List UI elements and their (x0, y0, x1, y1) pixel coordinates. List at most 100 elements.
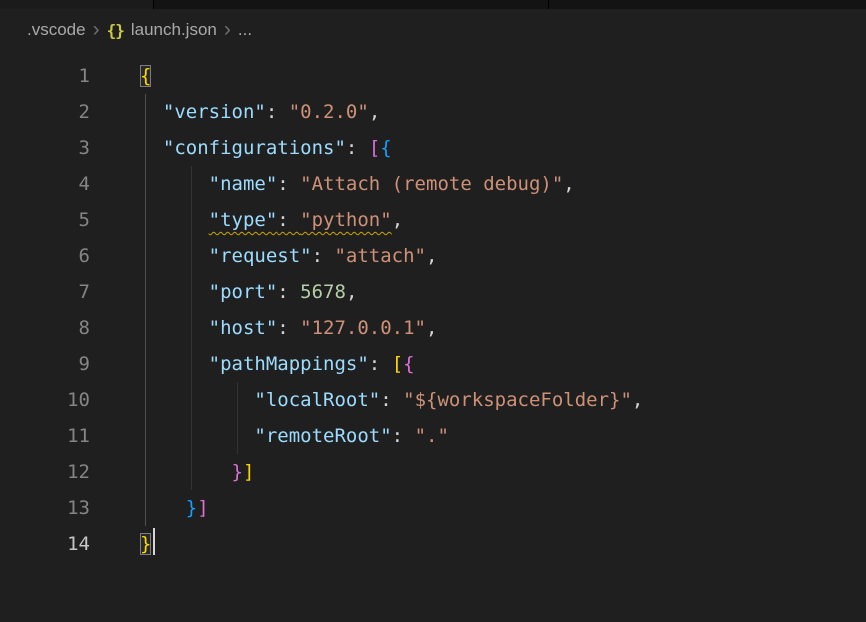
indent-guide (145, 94, 146, 130)
indent-guide (237, 418, 238, 454)
code-token: "version" (163, 101, 266, 123)
code-line[interactable]: 8 "host": "127.0.0.1", (0, 310, 866, 346)
code-token: "type" (209, 209, 278, 231)
code-token (140, 209, 209, 231)
code-token: : (346, 137, 369, 159)
code-token: "Attach (remote debug)" (300, 173, 563, 195)
line-number: 7 (0, 274, 90, 310)
indent-guide (145, 310, 146, 346)
indent-guide (145, 454, 146, 490)
indent-guide (191, 166, 192, 202)
code-token: , (346, 281, 357, 303)
code-token: , (369, 101, 380, 123)
matched-bracket: } (140, 533, 151, 555)
indent-guide (145, 346, 146, 382)
code-line[interactable]: 9 "pathMappings": [{ (0, 346, 866, 382)
code-token (140, 281, 209, 303)
code-token (140, 461, 232, 483)
code-content: { (140, 58, 151, 94)
tab-separator (153, 0, 154, 9)
code-token: ] (197, 497, 208, 519)
code-token: "pathMappings" (209, 353, 369, 375)
line-number: 12 (0, 454, 90, 490)
breadcrumb-folder[interactable]: .vscode (27, 20, 86, 40)
code-line[interactable]: 13 }] (0, 490, 866, 526)
code-line[interactable]: 12 }] (0, 454, 866, 490)
line-number: 9 (0, 346, 90, 382)
code-content: "type": "python", (140, 202, 403, 238)
code-token: } (186, 497, 197, 519)
code-line[interactable]: 14} (0, 526, 866, 562)
code-token: , (392, 209, 403, 231)
code-line[interactable]: 1{ (0, 58, 866, 94)
code-token (140, 245, 209, 267)
line-number: 8 (0, 310, 90, 346)
code-content: "pathMappings": [{ (140, 346, 415, 382)
active-tab-sliver[interactable] (0, 0, 153, 9)
code-token: "name" (209, 173, 278, 195)
code-token (140, 497, 186, 519)
code-token: , (632, 389, 643, 411)
line-number: 10 (0, 382, 90, 418)
code-token: "${workspaceFolder}" (403, 389, 632, 411)
breadcrumb: .vscode › {} launch.json › ... (0, 15, 866, 45)
code-content: } (140, 526, 155, 562)
code-token: "0.2.0" (289, 101, 369, 123)
indent-guide (145, 274, 146, 310)
code-token (140, 173, 209, 195)
code-token: , (426, 317, 437, 339)
indent-guide (191, 238, 192, 274)
code-token: : (277, 173, 300, 195)
code-content: "port": 5678, (140, 274, 357, 310)
chevron-right-icon: › (93, 19, 100, 40)
code-content: }] (140, 490, 209, 526)
code-content: "request": "attach", (140, 238, 437, 274)
code-token (140, 101, 163, 123)
code-token: 5678 (300, 281, 346, 303)
code-token: "." (415, 425, 449, 447)
code-token: { (380, 137, 391, 159)
code-token: [ (392, 353, 403, 375)
code-token: : (392, 425, 415, 447)
breadcrumb-file[interactable]: launch.json (131, 20, 217, 40)
code-line[interactable]: 11 "remoteRoot": "." (0, 418, 866, 454)
code-line[interactable]: 10 "localRoot": "${workspaceFolder}", (0, 382, 866, 418)
line-number: 5 (0, 202, 90, 238)
json-braces-icon: {} (107, 21, 124, 40)
line-number: 3 (0, 130, 90, 166)
code-content: "configurations": [{ (140, 130, 392, 166)
code-token: : (312, 245, 335, 267)
code-token: "host" (209, 317, 278, 339)
code-line[interactable]: 3 "configurations": [{ (0, 130, 866, 166)
code-token: "configurations" (163, 137, 346, 159)
indent-guide (191, 310, 192, 346)
line-number: 1 (0, 58, 90, 94)
code-token: , (426, 245, 437, 267)
code-token: "request" (209, 245, 312, 267)
code-content: "remoteRoot": "." (140, 418, 449, 454)
code-line[interactable]: 7 "port": 5678, (0, 274, 866, 310)
code-token: "attach" (334, 245, 426, 267)
line-number: 4 (0, 166, 90, 202)
code-token: : (369, 353, 392, 375)
indent-guide (191, 454, 192, 490)
code-token: "remoteRoot" (254, 425, 391, 447)
code-token: : (380, 389, 403, 411)
code-line[interactable]: 6 "request": "attach", (0, 238, 866, 274)
breadcrumb-ellipsis[interactable]: ... (238, 20, 252, 40)
code-token: { (403, 353, 414, 375)
line-number: 11 (0, 418, 90, 454)
tab-separator (548, 0, 549, 9)
code-content: "host": "127.0.0.1", (140, 310, 437, 346)
code-content: }] (140, 454, 254, 490)
code-token: : (266, 101, 289, 123)
editor-lines: 1{2 "version": "0.2.0",3 "configurations… (0, 58, 866, 562)
text-cursor (153, 528, 155, 555)
code-line[interactable]: 5 "type": "python", (0, 202, 866, 238)
matched-bracket: { (140, 65, 151, 87)
indent-guide (145, 238, 146, 274)
code-line[interactable]: 2 "version": "0.2.0", (0, 94, 866, 130)
code-line[interactable]: 4 "name": "Attach (remote debug)", (0, 166, 866, 202)
indent-guide (145, 418, 146, 454)
indent-guide (145, 166, 146, 202)
